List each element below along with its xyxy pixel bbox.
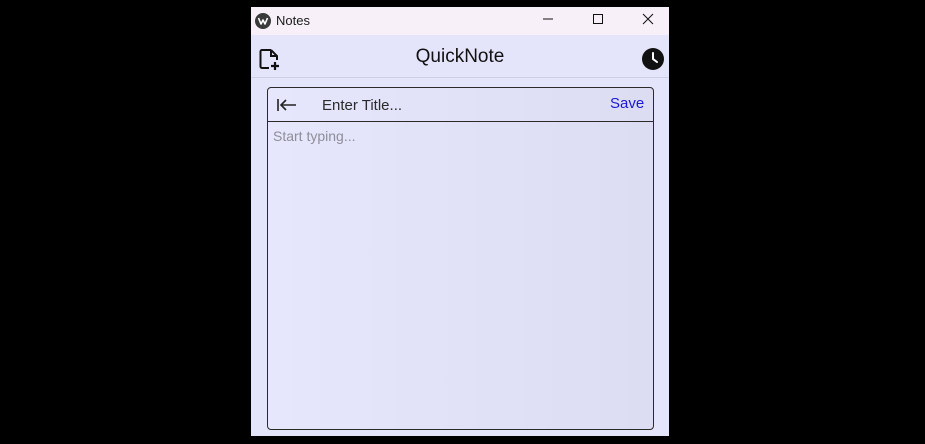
app-header: QuickNote <box>251 35 669 78</box>
history-button[interactable] <box>641 47 665 71</box>
note-title-input[interactable] <box>322 94 592 116</box>
window-title: Notes <box>276 13 310 28</box>
note-body-input[interactable] <box>268 122 653 428</box>
window-titlebar[interactable]: Notes <box>251 7 669 35</box>
maximize-button[interactable] <box>575 7 621 35</box>
save-button[interactable]: Save <box>610 95 644 113</box>
close-icon <box>642 12 654 30</box>
editor-toolbar: Save <box>268 88 653 122</box>
minimize-icon <box>542 12 554 30</box>
maximize-icon <box>592 12 604 30</box>
page-title: QuickNote <box>415 46 505 67</box>
back-button[interactable] <box>276 96 298 114</box>
clock-icon <box>641 48 665 75</box>
back-to-start-icon <box>276 99 298 118</box>
notes-window: Notes QuickNote Enter Title... Save Star… <box>251 7 669 436</box>
note-editor: Save <box>267 87 654 430</box>
close-button[interactable] <box>625 7 669 35</box>
minimize-button[interactable] <box>525 7 571 35</box>
app-logo-icon <box>255 13 271 29</box>
